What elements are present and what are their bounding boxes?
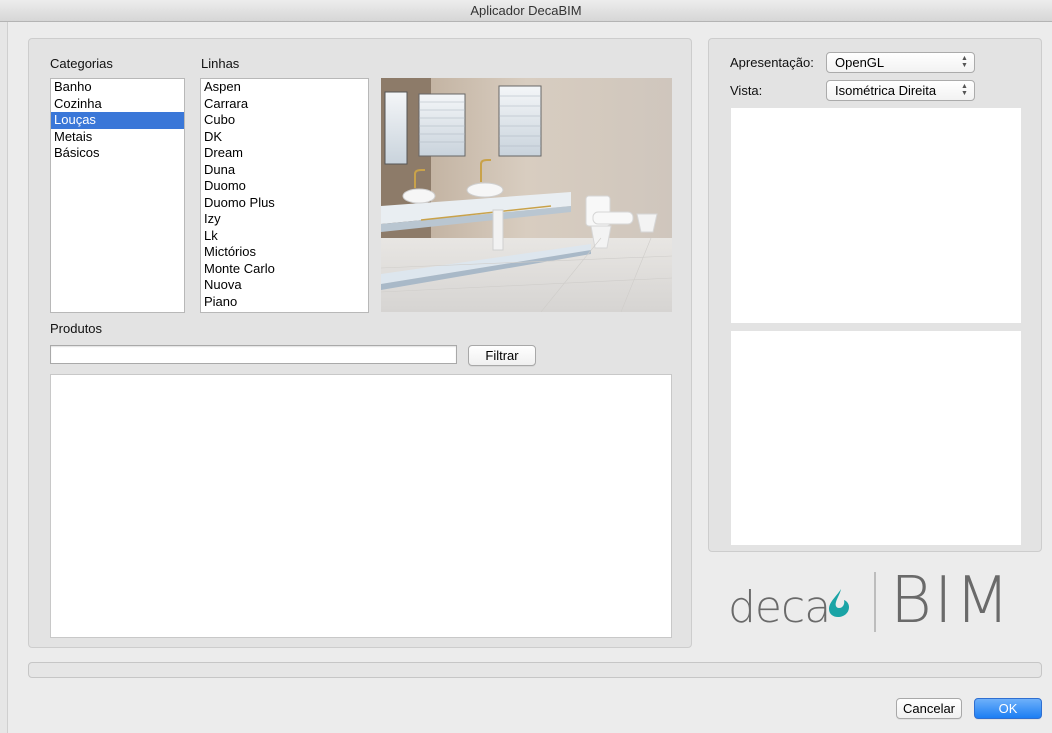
logo-deca-text: deca [728,582,831,633]
updown-arrows-icon: ▲ ▼ [961,55,968,69]
categoria-item-selected[interactable]: Louças [51,112,184,129]
linha-item[interactable]: Carrara [201,96,368,113]
apresentacao-value: OpenGL [835,55,885,70]
linha-item[interactable]: Duomo Plus [201,195,368,212]
linha-item[interactable]: Piano [201,294,368,311]
linha-item[interactable]: Duomo [201,178,368,195]
categorias-label: Categorias [50,56,113,71]
apresentacao-label: Apresentação: [730,55,814,70]
updown-arrows-icon: ▲ ▼ [961,83,968,97]
linha-item[interactable]: Izy [201,211,368,228]
linha-item[interactable]: Mictórios [201,244,368,261]
categoria-item[interactable]: Básicos [51,145,184,162]
vista-label: Vista: [730,83,763,98]
vista-select[interactable]: Isométrica Direita ▲ ▼ [826,80,975,101]
produtos-label: Produtos [50,321,103,336]
vista-value: Isométrica Direita [835,83,937,98]
linha-item[interactable]: Lk [201,228,368,245]
linha-item[interactable]: Aspen [201,79,368,96]
drop-icon [829,589,849,617]
linha-item[interactable]: Duna [201,162,368,179]
linha-item[interactable]: Monte Carlo [201,261,368,278]
logo-bim-text: BIM [890,564,1012,638]
categoria-item[interactable]: Cozinha [51,96,184,113]
linha-item[interactable]: DK [201,129,368,146]
apresentacao-select[interactable]: OpenGL ▲ ▼ [826,52,975,73]
line-preview-image [381,78,672,312]
linha-item[interactable]: Nuova [201,277,368,294]
filtrar-button[interactable]: Filtrar [468,345,536,366]
viewport-bottom[interactable] [731,331,1021,545]
categoria-item[interactable]: Metais [51,129,184,146]
categorias-list[interactable]: Banho Cozinha Louças Metais Básicos [50,78,185,313]
linha-item[interactable]: Cubo [201,112,368,129]
ok-button[interactable]: OK [974,698,1042,719]
window-titlebar: Aplicador DecaBIM [0,0,1052,22]
window-title: Aplicador DecaBIM [470,3,582,18]
decabim-logo: deca BIM [728,564,1028,638]
linha-item[interactable]: Dream [201,145,368,162]
filter-input[interactable] [50,345,457,364]
cancel-button[interactable]: Cancelar [896,698,962,719]
produtos-list[interactable] [50,374,672,638]
viewport-top[interactable] [731,108,1021,323]
categoria-item[interactable]: Banho [51,79,184,96]
linhas-label: Linhas [201,56,240,71]
logo-divider [874,572,876,632]
linhas-list[interactable]: Aspen Carrara Cubo DK Dream Duna Duomo D… [200,78,369,313]
progress-bar [28,662,1042,678]
window-edge [0,22,8,733]
